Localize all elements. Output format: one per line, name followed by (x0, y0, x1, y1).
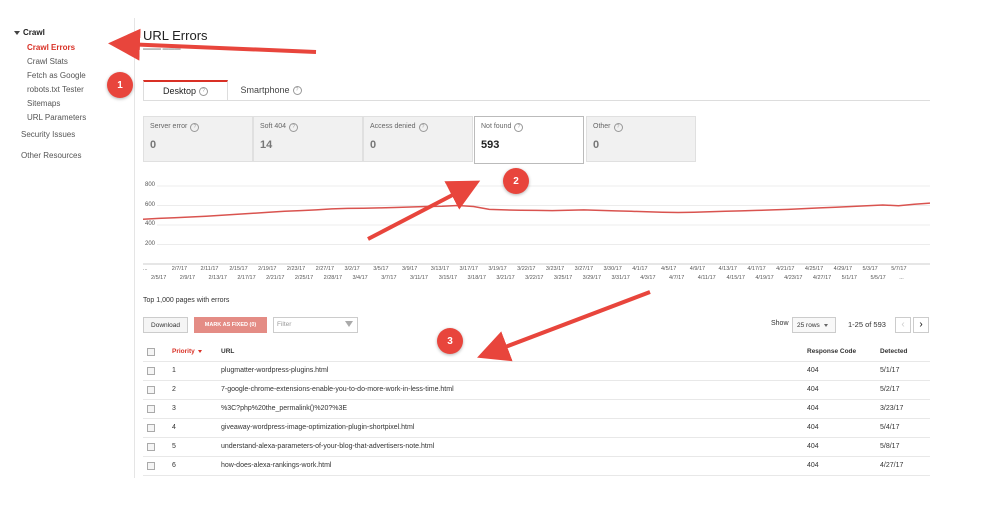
callout-3: 3 (437, 328, 463, 354)
search-console-frame: Crawl Crawl Errors Crawl Stats Fetch as … (0, 0, 990, 478)
callout-2: 2 (503, 168, 529, 194)
page-bottom-area (0, 478, 1007, 517)
arrow-to-not-found (367, 180, 481, 241)
annotation-arrows (108, 28, 651, 362)
arrow-to-crawl-errors (108, 28, 317, 61)
callout-1: 1 (107, 72, 133, 98)
arrow-to-url-list (477, 290, 651, 362)
